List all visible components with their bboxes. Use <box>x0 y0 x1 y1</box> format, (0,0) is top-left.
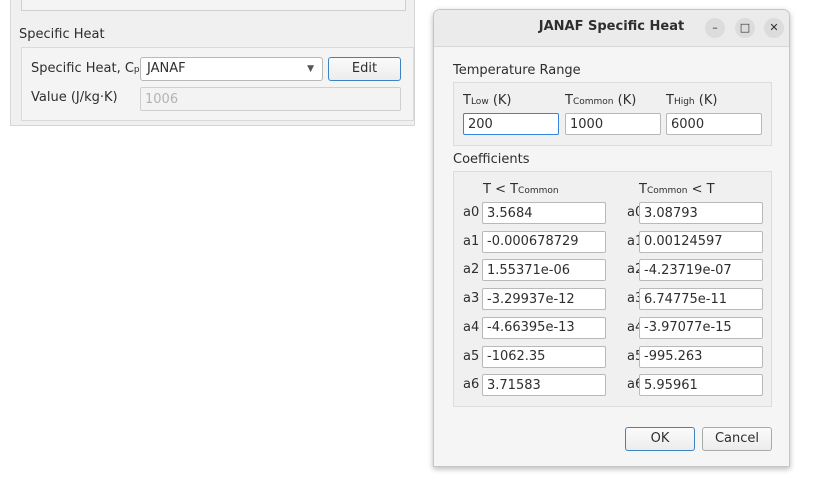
low-coef-input[interactable] <box>482 259 606 282</box>
t-low-main: T <box>463 93 471 108</box>
chevron-down-icon: ▼ <box>307 64 314 74</box>
low-coef-input[interactable] <box>482 230 606 253</box>
cp-method-value: JANAF <box>147 61 186 76</box>
t-common-main: T <box>565 93 573 108</box>
t-common-label: TCommon (K) <box>565 93 636 108</box>
specific-heat-frame: Specific Heat, Cp JANAF ▼ Edit Value (J/… <box>21 47 414 121</box>
dialog-titlebar: JANAF Specific Heat – □ ✕ <box>434 10 789 47</box>
t-low-input[interactable] <box>463 113 559 135</box>
janaf-dialog: JANAF Specific Heat – □ ✕ Temperature Ra… <box>433 9 790 467</box>
specific-heat-group-title: Specific Heat <box>19 27 105 42</box>
low-coef-input[interactable] <box>482 202 606 224</box>
low-col-pre: T < T <box>483 182 519 197</box>
t-common-input[interactable] <box>565 113 661 135</box>
low-coef-label: a0 <box>463 205 480 220</box>
value-field <box>140 87 401 111</box>
high-col-sub: Common <box>646 186 688 196</box>
cp-label-text: Specific Heat, C <box>31 61 134 76</box>
low-coef-input[interactable] <box>482 374 606 397</box>
low-coef-label: a3 <box>463 291 480 307</box>
high-coef-input[interactable] <box>639 202 763 224</box>
t-low-label: TLow (K) <box>463 93 512 108</box>
temperature-range-frame: TLow (K) TCommon (K) THigh (K) <box>453 82 772 146</box>
high-coef-input[interactable] <box>639 259 763 282</box>
cp-method-select[interactable]: JANAF ▼ <box>140 57 323 81</box>
t-high-input[interactable] <box>666 113 762 135</box>
low-col-sub: Common <box>518 186 559 196</box>
edit-button[interactable]: Edit <box>328 57 401 81</box>
high-col-main: T <box>639 182 647 197</box>
high-coef-input[interactable] <box>639 288 763 311</box>
coefficients-frame: T < TCommon TCommon < T a0a0a1a1a2a2a3a3… <box>453 171 772 407</box>
high-coef-input[interactable] <box>639 230 763 253</box>
cp-label: Specific Heat, Cp <box>31 61 140 76</box>
low-coef-label: a1 <box>463 233 480 249</box>
high-coef-input[interactable] <box>639 345 763 368</box>
high-coef-input[interactable] <box>639 374 763 397</box>
t-high-main: T <box>666 93 674 108</box>
t-low-unit: (K) <box>488 93 512 108</box>
t-high-sub: High <box>673 97 695 107</box>
low-coef-label: a4 <box>463 319 480 335</box>
maximize-icon[interactable]: □ <box>735 18 755 38</box>
specific-heat-panel: Specific Heat Specific Heat, Cp JANAF ▼ … <box>10 0 415 126</box>
low-coef-input[interactable] <box>482 316 606 339</box>
upper-frame-edge <box>21 0 406 11</box>
high-column-header: TCommon < T <box>639 182 715 197</box>
close-icon[interactable]: ✕ <box>764 18 784 38</box>
high-coef-input[interactable] <box>639 316 763 339</box>
ok-button[interactable]: OK <box>625 427 695 451</box>
low-coef-input[interactable] <box>482 288 606 311</box>
t-common-unit: (K) <box>613 93 637 108</box>
low-coef-label: a5 <box>463 348 480 364</box>
t-low-sub: Low <box>470 97 489 107</box>
t-common-sub: Common <box>572 97 614 107</box>
low-coef-label: a6 <box>463 377 480 393</box>
t-high-unit: (K) <box>694 93 718 108</box>
coefficients-title: Coefficients <box>453 152 530 167</box>
minimize-icon[interactable]: – <box>705 18 725 38</box>
low-coef-input[interactable] <box>482 345 606 368</box>
low-column-header: T < TCommon <box>483 182 559 197</box>
cancel-button[interactable]: Cancel <box>702 427 772 451</box>
low-coef-label: a2 <box>463 262 480 278</box>
high-col-post: < T <box>687 182 715 197</box>
value-label: Value (J/kg·K) <box>31 90 118 105</box>
temperature-range-title: Temperature Range <box>453 63 581 78</box>
cp-label-sub: p <box>133 65 140 75</box>
t-high-label: THigh (K) <box>666 93 717 108</box>
